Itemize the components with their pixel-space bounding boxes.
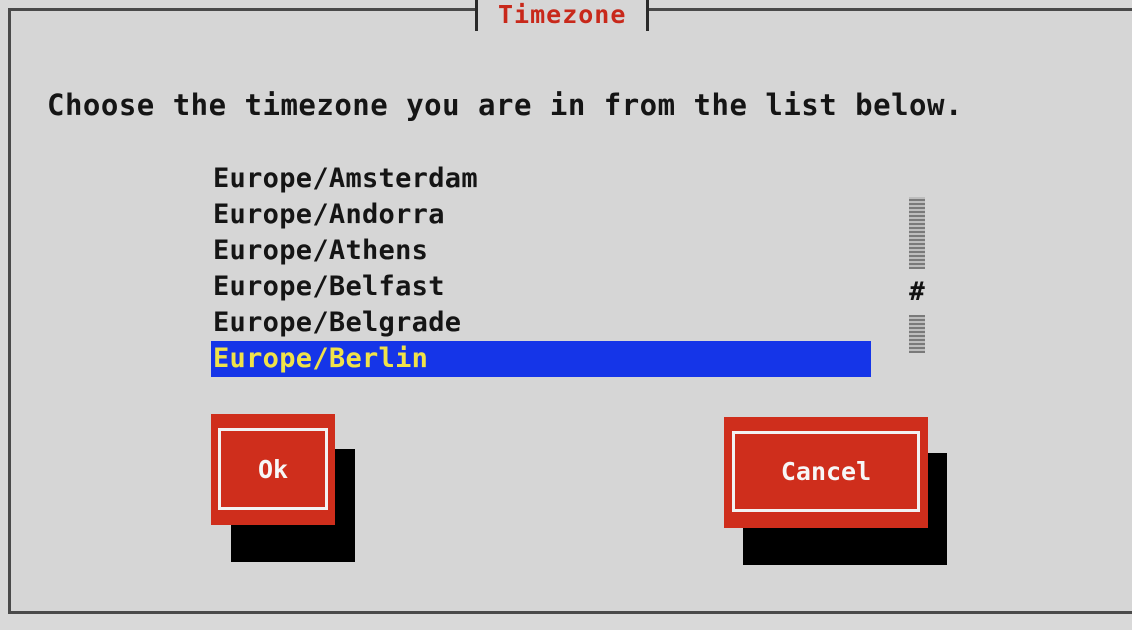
scrollbar-track-lower[interactable] [909, 315, 925, 353]
timezone-option-belgrade[interactable]: Europe/Belgrade [211, 305, 871, 341]
cancel-button-label: Cancel [780, 457, 872, 486]
dialog-title: Timezone [498, 0, 627, 29]
scrollbar-thumb[interactable]: # [907, 279, 927, 305]
timezone-option-andorra[interactable]: Europe/Andorra [211, 197, 871, 233]
ok-button-label: Ok [257, 454, 289, 484]
ok-button[interactable]: Ok [211, 414, 335, 525]
ok-button-label-frame: Ok [218, 428, 328, 510]
timezone-option-athens[interactable]: Europe/Athens [211, 233, 871, 269]
dialog-title-box: Timezone [475, 0, 650, 31]
dialog-prompt: Choose the timezone you are in from the … [47, 88, 963, 122]
timezone-option-amsterdam[interactable]: Europe/Amsterdam [211, 161, 871, 197]
timezone-option-berlin-selected[interactable]: Europe/Berlin [211, 341, 871, 377]
cancel-button-label-frame: Cancel [732, 431, 920, 512]
timezone-scrollbar[interactable]: # [907, 197, 927, 353]
cancel-button[interactable]: Cancel [724, 417, 928, 528]
timezone-dialog: Timezone Choose the timezone you are in … [8, 0, 1132, 614]
timezone-list[interactable]: Europe/Amsterdam Europe/Andorra Europe/A… [211, 161, 871, 377]
scrollbar-track-upper[interactable] [909, 197, 925, 269]
timezone-option-belfast[interactable]: Europe/Belfast [211, 269, 871, 305]
